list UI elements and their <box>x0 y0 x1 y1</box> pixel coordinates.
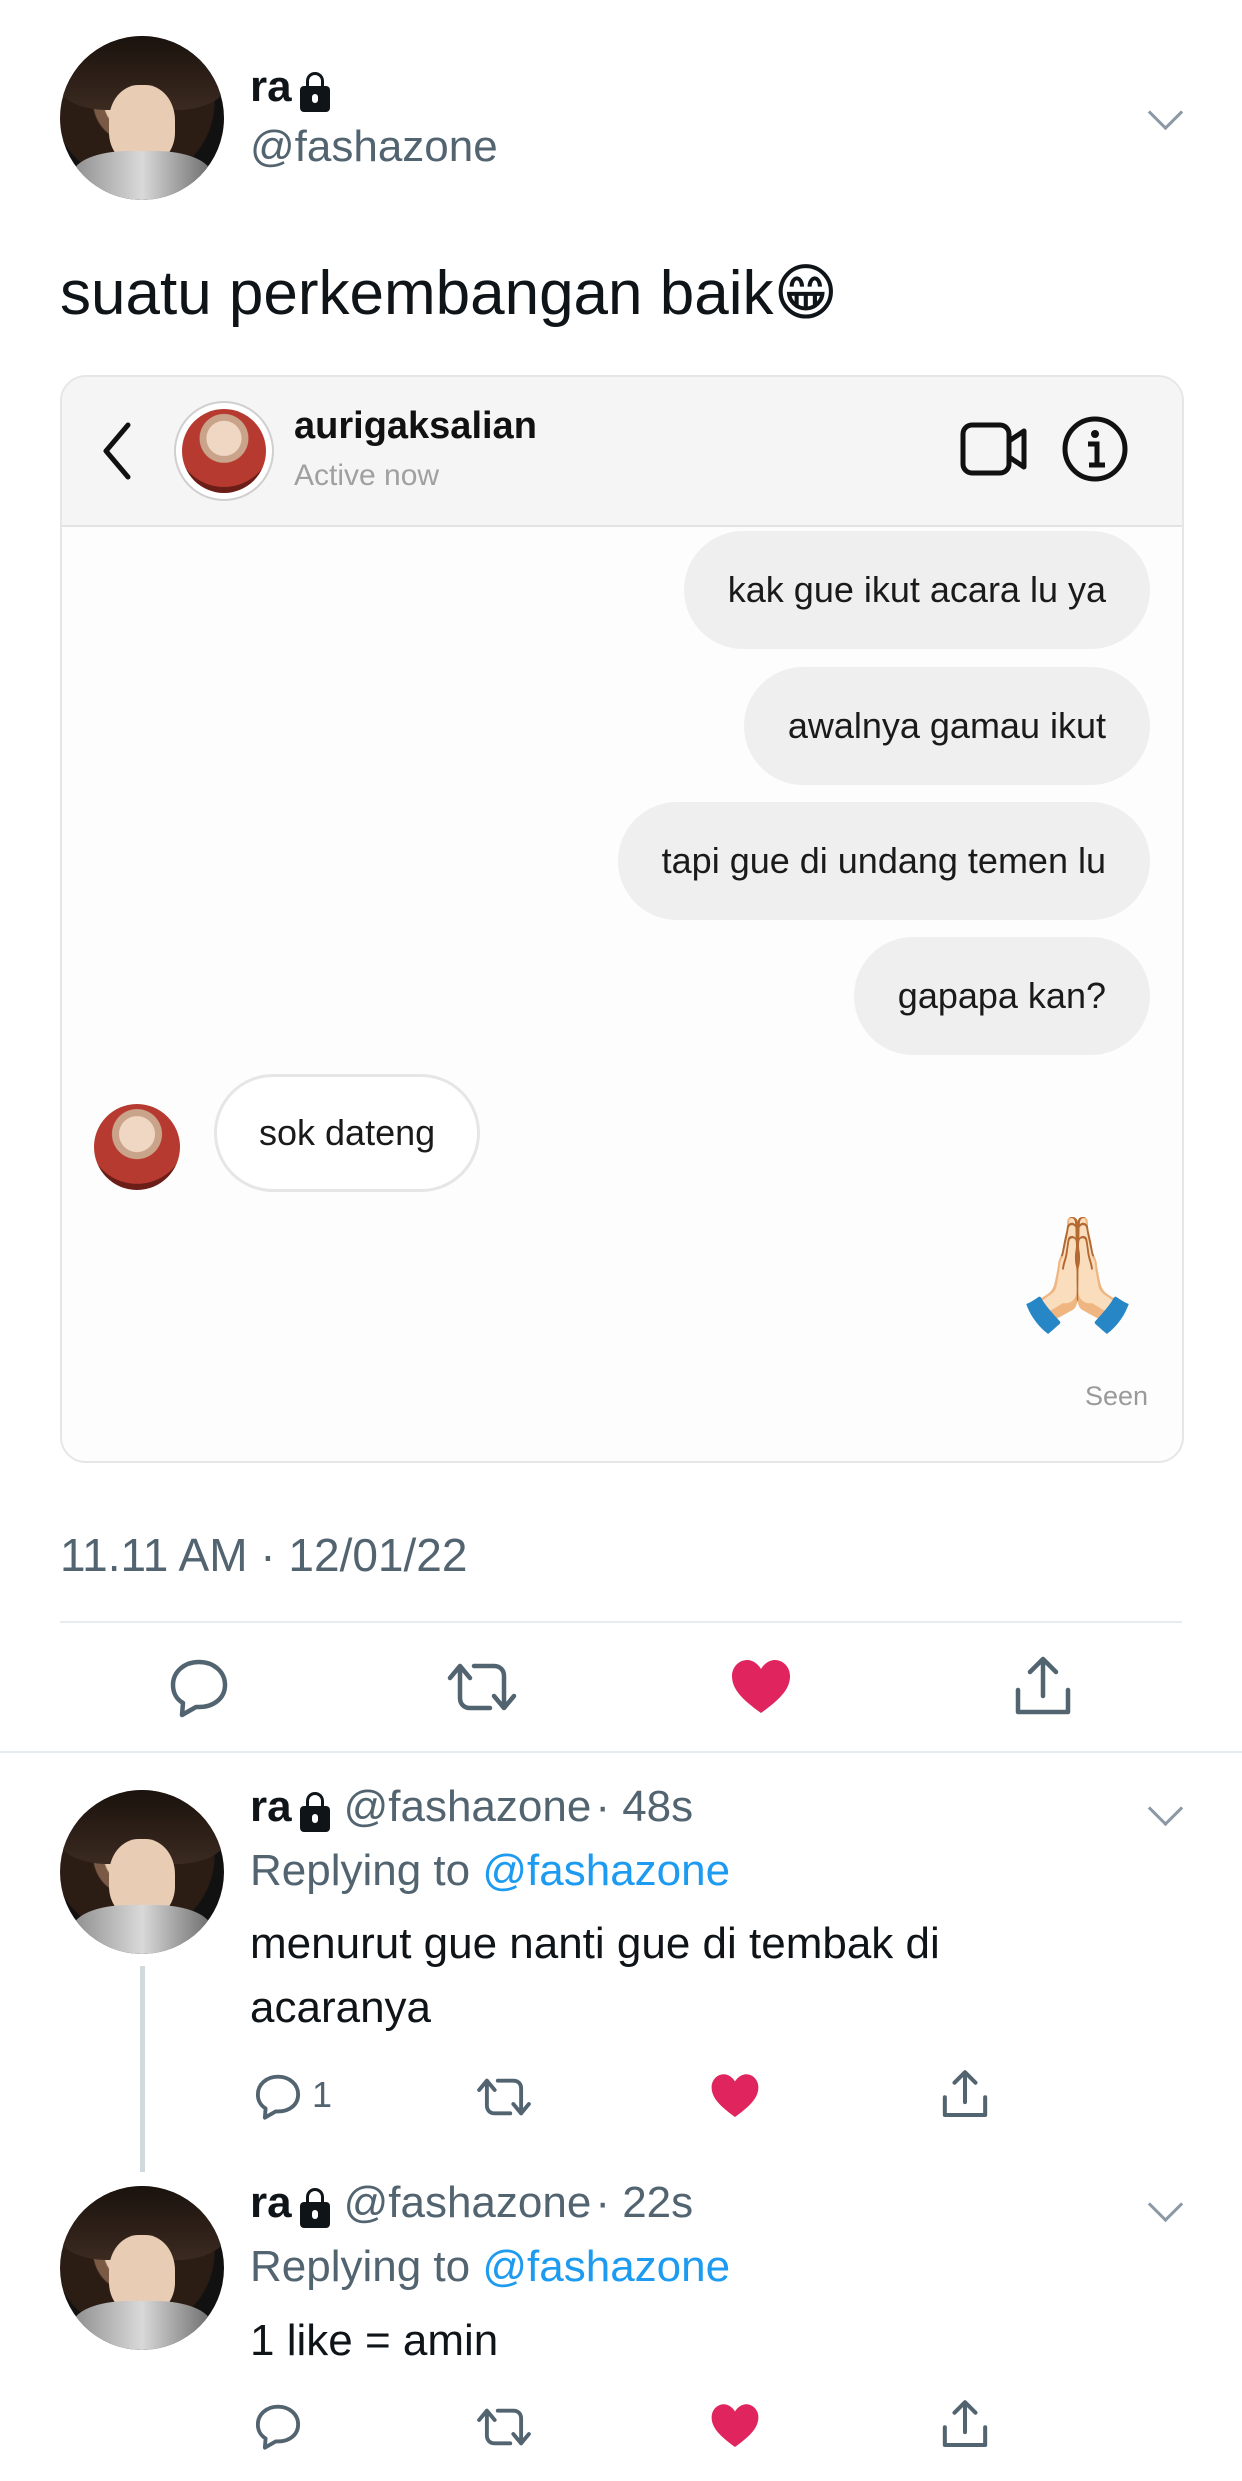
tweet-actions <box>0 1652 1242 1722</box>
dm-header: aurigaksalian Active now <box>62 377 1182 527</box>
like-icon[interactable] <box>730 1658 792 1716</box>
chevron-down-icon[interactable] <box>1147 2186 1184 2223</box>
reply-header: ra @fashazone· 48s <box>250 1782 693 1832</box>
share-icon[interactable] <box>940 2398 990 2450</box>
reply-actions <box>250 2398 1150 2454</box>
back-icon[interactable] <box>98 419 134 483</box>
reply-actions: 1 <box>250 2068 1150 2124</box>
lock-icon <box>299 2187 330 2228</box>
reply-icon[interactable] <box>168 1656 230 1718</box>
avatar[interactable] <box>60 36 224 200</box>
divider <box>60 1621 1182 1623</box>
like-icon[interactable] <box>710 2072 760 2120</box>
reply-icon[interactable] <box>254 2072 302 2120</box>
reply-icon[interactable] <box>254 2402 302 2450</box>
seen-label: Seen <box>1084 1381 1148 1411</box>
dm-username[interactable]: aurigaksalian <box>294 405 537 448</box>
reply-text: menurut gue nanti gue di tembak di acara… <box>250 1919 940 2032</box>
video-call-icon[interactable] <box>960 421 1028 477</box>
info-icon[interactable] <box>1061 415 1129 483</box>
chevron-down-icon[interactable] <box>1147 94 1184 131</box>
mention-link[interactable]: @fashazone <box>482 2242 730 2291</box>
author-handle[interactable]: @fashazone <box>344 2178 592 2227</box>
reply-header: ra @fashazone· 22s <box>250 2178 693 2228</box>
sender-avatar <box>94 1104 180 1190</box>
replying-to: Replying to @fashazone <box>250 2242 731 2291</box>
replying-to: Replying to @fashazone <box>250 1846 731 1895</box>
message-bubble-sent: tapi gue di undang temen lu <box>617 802 1150 920</box>
praying-hands-emoji: 🙏🏻 <box>1009 1212 1146 1335</box>
thread-line <box>140 1966 145 2172</box>
mention-link[interactable]: @fashazone <box>482 1846 730 1895</box>
section-divider <box>0 1751 1242 1753</box>
reply-count: 1 <box>312 2074 333 2115</box>
share-icon[interactable] <box>940 2068 990 2120</box>
attached-image[interactable]: aurigaksalian Active now kak gue ikut ac… <box>60 375 1184 1463</box>
message-bubble-sent: awalnya gamau ikut <box>743 667 1150 785</box>
tweet-timestamp[interactable]: 11.11 AM · 12/01/22 <box>60 1528 467 1582</box>
tweet-text: suatu perkembangan baik😁 <box>60 259 839 328</box>
avatar[interactable] <box>60 1790 224 1954</box>
share-icon[interactable] <box>1012 1654 1074 1718</box>
lock-icon <box>299 1791 330 1832</box>
like-icon[interactable] <box>710 2402 760 2450</box>
author-handle[interactable]: @fashazone <box>250 122 498 172</box>
retweet-icon[interactable] <box>476 2404 532 2450</box>
reply-text: 1 like = amin <box>250 2316 499 2365</box>
author-name-row: ra <box>250 62 330 112</box>
display-name[interactable]: ra <box>250 2178 292 2227</box>
message-bubble-sent: kak gue ikut acara lu ya <box>683 531 1150 649</box>
display-name[interactable]: ra <box>250 62 292 111</box>
dm-avatar[interactable] <box>182 409 266 493</box>
message-bubble-sent: gapapa kan? <box>853 937 1150 1055</box>
retweet-icon[interactable] <box>446 1658 518 1716</box>
retweet-icon[interactable] <box>476 2074 532 2120</box>
reply-age[interactable]: · 22s <box>595 2178 693 2227</box>
chevron-down-icon[interactable] <box>1147 1790 1184 1827</box>
reply-age[interactable]: · 48s <box>595 1782 693 1831</box>
avatar[interactable] <box>60 2186 224 2350</box>
author-handle[interactable]: @fashazone <box>344 1782 592 1831</box>
message-bubble-received: sok dateng <box>214 1074 481 1192</box>
lock-icon <box>299 71 330 112</box>
dm-status: Active now <box>294 459 440 492</box>
display-name[interactable]: ra <box>250 1782 292 1831</box>
dm-avatar-ring <box>174 401 274 501</box>
